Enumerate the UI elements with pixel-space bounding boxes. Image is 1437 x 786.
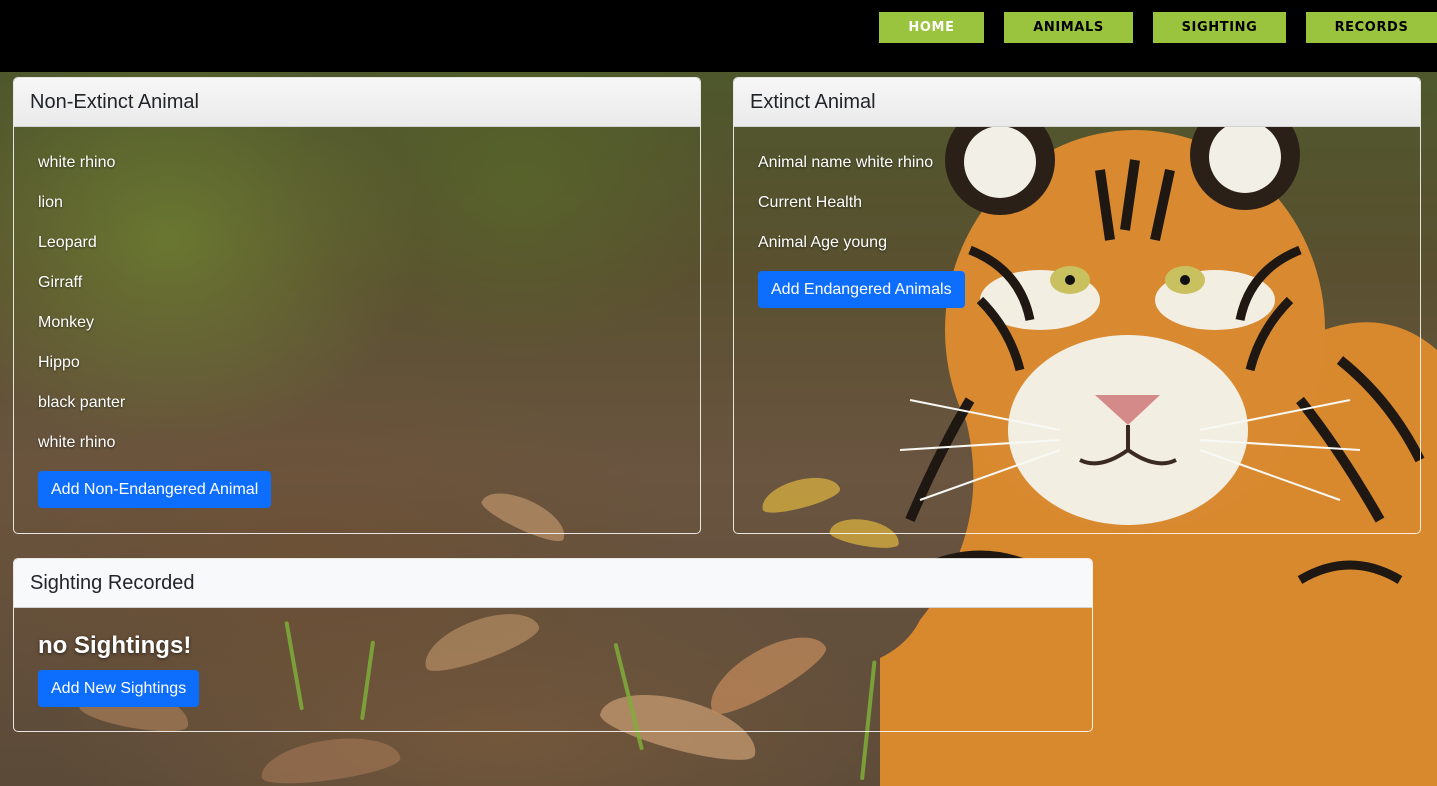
sighting-recorded-card: Sighting Recorded no Sightings! Add New … [13, 558, 1093, 732]
no-sightings-message: no Sightings! [38, 632, 192, 659]
non-extinct-animal-list: white rhino lion Leopard Girraff Monkey Hippo… [38, 143, 676, 463]
extinct-animal-name: Animal name white rhino [758, 154, 934, 171]
extinct-card-title: Extinct Animal [734, 78, 1420, 127]
add-non-endangered-animal-button[interactable]: Add Non-Endangered Animal [38, 471, 272, 508]
extinct-animal-health: Current Health [758, 194, 863, 211]
non-extinct-animal-item: lion [38, 194, 63, 211]
extinct-animal-age: Animal Age young [758, 234, 887, 251]
add-endangered-animals-button[interactable]: Add Endangered Animals [758, 271, 965, 308]
sighting-card-title: Sighting Recorded [14, 559, 1092, 608]
nav-home-button[interactable]: HOME [879, 12, 984, 43]
non-extinct-card-title: Non-Extinct Animal [14, 78, 700, 127]
non-extinct-animal-item: Leopard [38, 234, 97, 251]
extinct-animal-card: Extinct Animal Animal name white rhino C… [733, 77, 1421, 534]
nav-records-button[interactable]: RECORDS [1306, 12, 1437, 43]
non-extinct-animal-item: Girraff [38, 274, 83, 291]
non-extinct-animal-item: Hippo [38, 354, 80, 371]
nav-sighting-button[interactable]: SIGHTING [1153, 12, 1286, 43]
non-extinct-animal-item: black panter [38, 394, 126, 411]
non-extinct-animal-item: white rhino [38, 434, 116, 451]
top-navbar: HOME ANIMALS SIGHTING RECORDS [0, 0, 1437, 72]
non-extinct-animal-item: white rhino [38, 154, 116, 171]
add-new-sightings-button[interactable]: Add New Sightings [38, 670, 200, 707]
non-extinct-animal-card: Non-Extinct Animal white rhino lion Leopar… [13, 77, 701, 534]
non-extinct-animal-item: Monkey [38, 314, 95, 331]
nav-animals-button[interactable]: ANIMALS [1004, 12, 1133, 43]
